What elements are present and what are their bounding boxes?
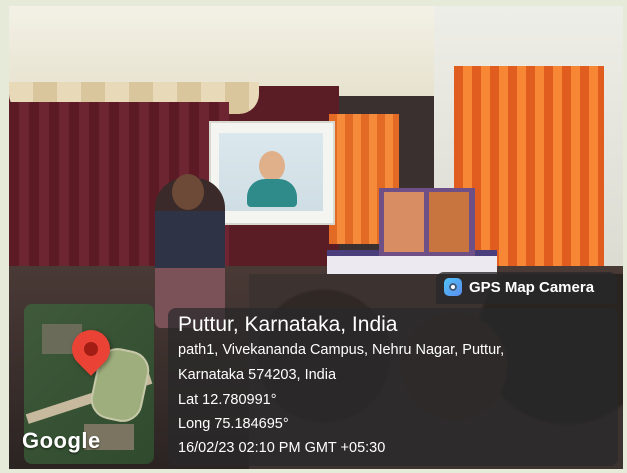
camera-app-icon	[444, 278, 462, 296]
location-pin-dot	[84, 342, 98, 356]
latitude: Lat 12.780991°	[178, 392, 277, 408]
speaker-body	[247, 179, 297, 207]
timestamp: 16/02/23 02:10 PM GMT +05:30	[178, 440, 386, 456]
speaker-face	[259, 151, 285, 181]
projection-screen	[209, 121, 335, 225]
location-title: Puttur, Karnataka, India	[178, 313, 398, 336]
longitude: Long 75.184695°	[178, 416, 289, 432]
address-line-1: path1, Vivekananda Campus, Nehru Nagar, …	[178, 342, 505, 358]
video-call-image	[219, 133, 323, 211]
student-head	[172, 174, 204, 210]
portrait-right	[429, 192, 469, 252]
app-name: GPS Map Camera	[469, 279, 595, 296]
window-curtain-right	[454, 66, 604, 276]
address-line-2: Karnataka 574203, India	[178, 367, 337, 383]
google-logo: Google	[22, 428, 101, 453]
photo-frame: GPS Map Camera Google Puttur, Karnataka,…	[0, 0, 627, 473]
portrait-left	[384, 192, 424, 252]
